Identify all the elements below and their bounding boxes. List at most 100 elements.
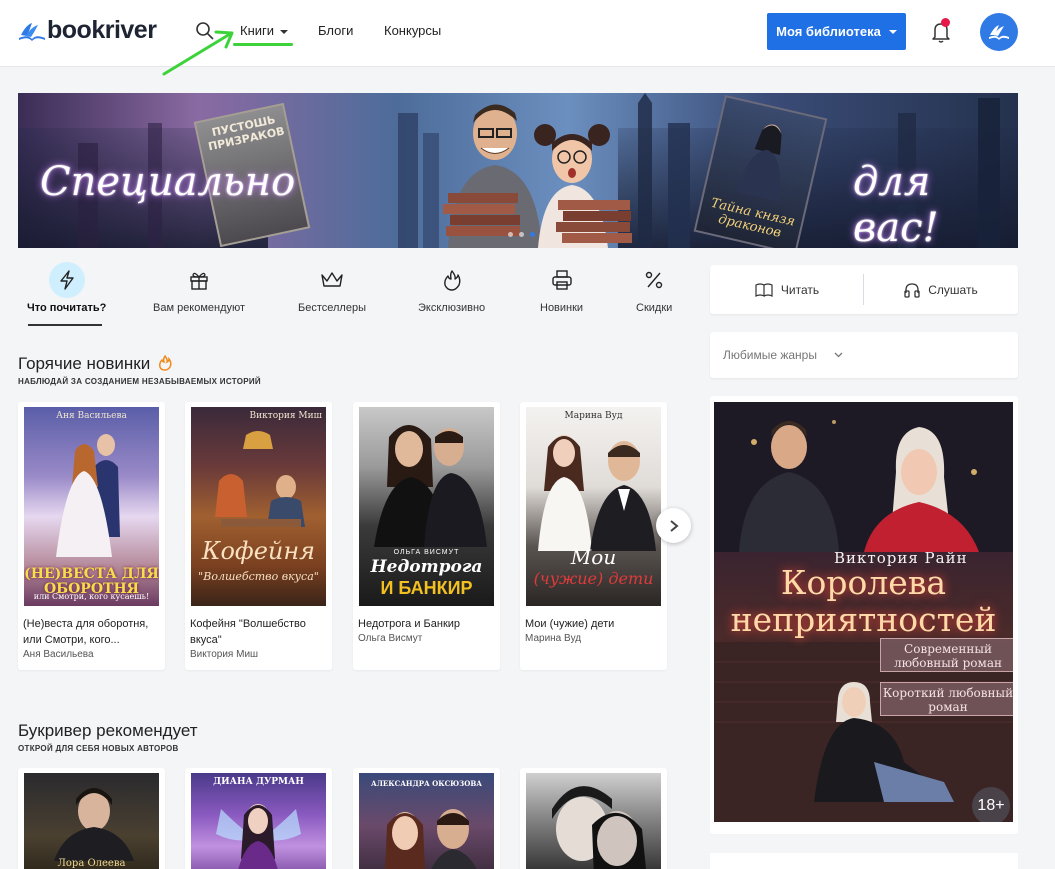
recommend-title: Букривер рекомендует: [18, 721, 198, 740]
tab-new[interactable]: Новинки: [540, 262, 583, 314]
cover-subtitle: или Смотри, кого кусаешь!: [33, 592, 150, 601]
recommend-subtitle: ОТКРОЙ ДЛЯ СЕБЯ НОВЫХ АВТОРОВ: [18, 744, 179, 753]
chevron-down-icon: [280, 29, 289, 34]
book-title: Кофейня "Волшебство вкуса": [190, 618, 306, 646]
ad-genre-tag[interactable]: Короткий любовный роман: [880, 682, 1013, 716]
book-card[interactable]: Аня Васильева (НЕ)ВЕСТА ДЛЯ ОБОРОТНЯ или…: [18, 402, 165, 670]
cover-subtitle: "Волшебство вкуса": [198, 570, 319, 583]
featured-book-ad[interactable]: Виктория Райн Королева неприятностей Сов…: [710, 396, 1018, 834]
cover-subtitle: И БАНКИР: [380, 578, 473, 598]
book-title: Недотрога и Банкир: [358, 618, 461, 630]
chevron-down-icon: [888, 29, 897, 34]
tab-recommended[interactable]: Вам рекомендуют: [153, 262, 245, 314]
ad-title-line1: Королева: [780, 563, 947, 602]
tab-exclusive[interactable]: Эксклюзивно: [418, 262, 485, 314]
ad-title-line2: неприятностей: [730, 600, 997, 639]
listen-button[interactable]: Слушать: [864, 265, 1018, 314]
listen-label: Слушать: [928, 282, 978, 297]
banner-dot[interactable]: [508, 232, 513, 237]
book-cover: ОЛЬГА ВИСМУТ Недотрога И БАНКИР: [359, 407, 494, 606]
nav-contests-link[interactable]: Конкурсы: [384, 23, 441, 38]
ad-cover-art: Виктория Райн Королева неприятностей Сов…: [714, 402, 1013, 822]
logo[interactable]: bookriver: [18, 16, 157, 45]
book-card[interactable]: Лора Олеева: [18, 768, 165, 869]
side-panel-next-card: [710, 853, 1018, 869]
banner-dot-active[interactable]: [530, 232, 535, 237]
cover-title: Мои: [570, 545, 617, 569]
banner-left-text: Специально: [40, 159, 296, 205]
ad-genre-tag[interactable]: Современный любовный роман: [880, 638, 1013, 672]
percent-icon: [636, 262, 672, 298]
tab-bestsellers[interactable]: Бестселлеры: [298, 262, 366, 314]
read-listen-switch: Читать Слушать: [710, 265, 1018, 314]
nav-blogs-link[interactable]: Блоги: [318, 23, 353, 38]
cover-subtitle: (чужие) дети: [533, 569, 654, 588]
book-author: Ольга Висмут: [358, 633, 423, 644]
cover-couple-illustration: [374, 424, 487, 547]
book-cover: АЛЕКСАНДРА ОКСЮЗОВА: [359, 773, 494, 869]
tab-discounts[interactable]: Скидки: [636, 262, 672, 314]
gift-icon: [181, 262, 217, 298]
book-cover: Аня Васильева (НЕ)ВЕСТА ДЛЯ ОБОРОТНЯ или…: [24, 407, 159, 606]
fire-icon: [158, 355, 172, 371]
promo-banner[interactable]: ПУСТОШЬ ПРИЗРАКОВ Тайна князя драконов С…: [18, 93, 1018, 248]
tab-label: Скидки: [636, 302, 673, 314]
banner-book-stacks-illustration: [443, 193, 632, 243]
top-header: bookriver Книги Блоги Конкурсы Моя библи…: [0, 0, 1055, 76]
book-cover: Лора Олеева: [24, 773, 159, 869]
cover-title: Недотрога: [370, 557, 483, 577]
tab-what-to-read[interactable]: Что почитать?: [27, 262, 106, 314]
tab-label: Вам рекомендуют: [153, 302, 246, 314]
banner-right-text: для вас!: [853, 159, 939, 248]
cover-couple-illustration: [385, 809, 477, 869]
logo-book-icon: [19, 22, 45, 41]
cover-man-illustration: [54, 788, 134, 861]
book-card[interactable]: Марина Вуд Мои (чужие) дети Мои (чужие) …: [520, 402, 667, 670]
tab-label: Бестселлеры: [298, 302, 366, 314]
book-card[interactable]: [520, 768, 667, 869]
open-book-icon: [755, 282, 773, 297]
hot-new-title: Горячие новинки: [18, 354, 172, 374]
read-button[interactable]: Читать: [710, 265, 864, 314]
cover-author: ОЛЬГА ВИСМУТ: [393, 549, 460, 556]
book-author: Марина Вуд: [525, 633, 582, 644]
book-card[interactable]: ОЛЬГА ВИСМУТ Недотрога И БАНКИР Недотрог…: [353, 402, 500, 670]
book-card[interactable]: Виктория Миш Кофейня "Волшебство вкуса" …: [185, 402, 332, 670]
book-author: Виктория Миш: [190, 649, 259, 660]
cover-author: Аня Васильева: [56, 411, 127, 421]
highlight-arrow-icon: [162, 30, 234, 76]
hot-new-title-text: Горячие новинки: [18, 354, 151, 373]
banner-dot[interactable]: [519, 232, 524, 237]
tab-label: Что почитать?: [27, 302, 107, 314]
book-author: Аня Васильева: [23, 649, 94, 660]
headphones-icon: [904, 282, 920, 298]
hot-new-subtitle: НАБЛЮДАЙ ЗА СОЗДАНИЕМ НЕЗАБЫВАЕМЫХ ИСТОР…: [18, 377, 261, 386]
cover-couple-illustration: [538, 435, 656, 551]
flame-icon: [434, 262, 470, 298]
ad-title: Королева неприятностей: [714, 564, 1013, 638]
avatar-logo-icon: [989, 25, 1009, 40]
logo-text: bookriver: [47, 16, 157, 44]
active-tab-underline: [28, 324, 102, 326]
book-cover: [526, 773, 661, 869]
favorite-genres-dropdown[interactable]: Любимые жанры: [710, 332, 1018, 378]
cover-author: АЛЕКСАНДРА ОКСЮЗОВА: [371, 779, 482, 788]
carousel-next-button[interactable]: [656, 508, 691, 543]
cover-couple-illustration: [552, 786, 646, 869]
tab-label: Новинки: [540, 302, 584, 314]
cover-cafe-illustration: [215, 431, 305, 527]
notification-badge: [941, 18, 950, 27]
printer-icon: [544, 262, 580, 298]
book-cover: Виктория Миш Кофейня "Волшебство вкуса": [191, 407, 326, 606]
banner-book2-figure: [735, 124, 782, 202]
book-card[interactable]: ДИАНА ДУРМАН: [185, 768, 332, 869]
age-rating-badge: 18+: [972, 787, 1010, 822]
book-title: Мои (чужие) дети: [525, 618, 615, 630]
user-avatar[interactable]: [980, 13, 1018, 51]
book-card[interactable]: АЛЕКСАНДРА ОКСЮЗОВА: [353, 768, 500, 869]
cover-couple-illustration: [56, 434, 120, 557]
cover-fairy-illustration: [216, 804, 301, 869]
my-library-button[interactable]: Моя библиотека: [767, 13, 906, 50]
favorite-genres-label: Любимые жанры: [723, 348, 817, 362]
cover-title: Кофейня: [201, 537, 316, 565]
